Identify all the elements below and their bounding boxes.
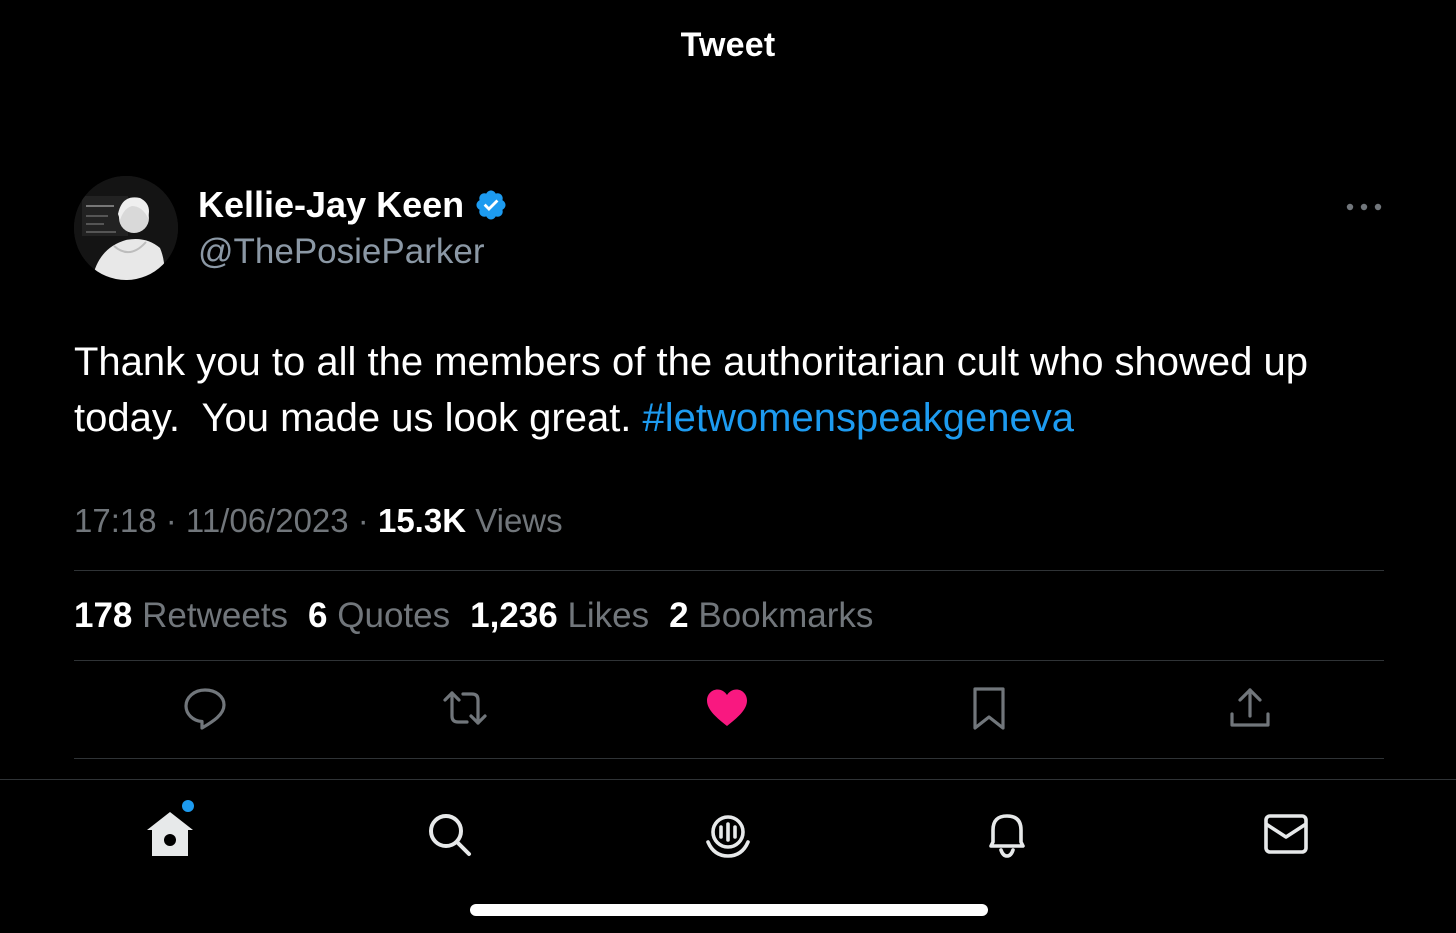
like-icon[interactable]	[703, 684, 751, 732]
notifications-icon[interactable]	[979, 806, 1035, 862]
profile-photo-icon	[74, 176, 178, 280]
likes-label: Likes	[567, 596, 650, 635]
tweet-time: 17:18	[74, 502, 157, 539]
share-icon[interactable]	[1226, 684, 1274, 732]
author-name-row[interactable]: Kellie-Jay Keen	[198, 184, 508, 226]
verified-badge-icon	[476, 190, 506, 220]
bookmarks-label: Bookmarks	[698, 596, 874, 635]
tweet-actions	[0, 684, 1456, 732]
spaces-icon[interactable]	[700, 806, 756, 862]
quotes-stat[interactable]: 6 Quotes	[308, 596, 450, 636]
quotes-count: 6	[308, 596, 328, 635]
tweet-meta: 17:18 · 11/06/2023 · 15.3K Views	[74, 502, 563, 539]
bookmark-icon[interactable]	[965, 684, 1013, 732]
retweets-stat[interactable]: 178 Retweets	[74, 596, 288, 636]
search-icon[interactable]	[421, 806, 477, 862]
more-options-icon[interactable]	[1342, 195, 1386, 219]
tweet-text: Thank you to all the members of the auth…	[74, 334, 1384, 446]
home-indicator[interactable]	[470, 904, 988, 916]
tab-bar-divider	[0, 779, 1456, 780]
tweet-date: 11/06/2023	[185, 502, 349, 539]
messages-icon[interactable]	[1258, 806, 1314, 862]
author-handle[interactable]: @ThePosieParker	[198, 232, 484, 272]
retweet-icon[interactable]	[441, 684, 489, 732]
likes-count: 1,236	[470, 596, 558, 635]
divider	[74, 570, 1384, 571]
author-avatar[interactable]	[74, 176, 178, 280]
views-label: Views	[475, 502, 563, 539]
divider	[74, 660, 1384, 661]
views-count: 15.3K	[377, 502, 467, 539]
author-name[interactable]: Kellie-Jay Keen	[198, 184, 464, 226]
tweet-stats: 178 Retweets 6 Quotes 1,236 Likes 2 Book…	[74, 596, 893, 636]
hashtag-link[interactable]: #letwomenspeakgeneva	[643, 396, 1074, 440]
quotes-label: Quotes	[337, 596, 451, 635]
retweets-count: 178	[74, 596, 133, 635]
page-title: Tweet	[680, 26, 776, 64]
reply-icon[interactable]	[181, 684, 229, 732]
bookmarks-count: 2	[669, 596, 689, 635]
home-icon[interactable]	[142, 806, 198, 862]
home-notification-dot	[182, 800, 194, 812]
bookmarks-stat[interactable]: 2 Bookmarks	[669, 596, 873, 636]
retweets-label: Retweets	[142, 596, 289, 635]
divider	[74, 758, 1384, 759]
likes-stat[interactable]: 1,236 Likes	[470, 596, 649, 636]
